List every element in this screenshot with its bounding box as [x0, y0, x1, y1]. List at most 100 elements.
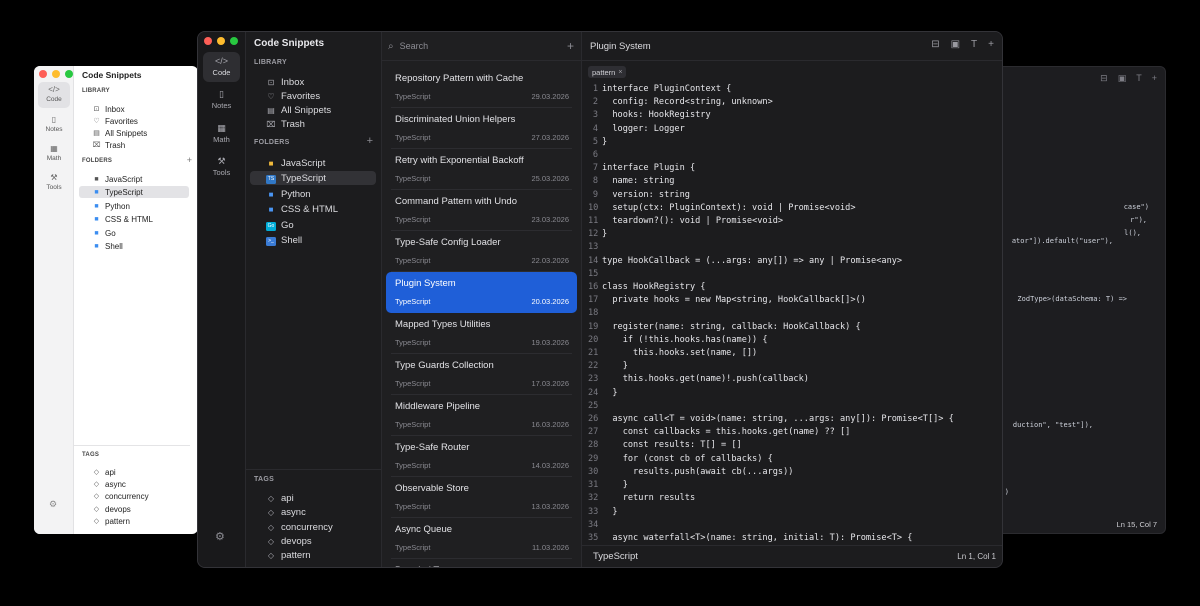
- divider: [246, 469, 382, 470]
- light-rail-notes[interactable]: ▯ Notes: [38, 112, 70, 138]
- image-icon[interactable]: ▣: [1118, 73, 1127, 84]
- list-item[interactable]: Discriminated Union Helpers TypeScript 27.…: [386, 108, 577, 149]
- folder-javascript[interactable]: ■ JavaScript: [92, 173, 142, 185]
- go-icon: ■: [94, 229, 99, 237]
- list-item[interactable]: Type Guards Collection TypeScript 17.03.20…: [386, 354, 577, 395]
- sidebar-item-trash[interactable]: ⌧ Trash: [266, 117, 305, 131]
- image-icon[interactable]: ▣: [951, 39, 960, 50]
- list-item[interactable]: Mapped Types Utilities TypeScript 19.03.20…: [386, 313, 577, 354]
- tag-api[interactable]: ◇ api: [266, 491, 294, 505]
- folder-label: Go: [105, 228, 116, 238]
- list-item[interactable]: Observable Store TypeScript 13.03.2026: [386, 477, 577, 518]
- tag-concurrency[interactable]: ◇ concurrency: [266, 520, 333, 534]
- folder-go[interactable]: Go Go: [266, 218, 294, 232]
- tag-label: api: [105, 467, 116, 477]
- folder-python[interactable]: ■ Python: [92, 200, 130, 212]
- folder-typescript[interactable]: ■ TypeScript: [79, 186, 189, 198]
- tag-label: pattern: [281, 549, 311, 561]
- search-bar[interactable]: ⌕ Search +: [388, 38, 574, 54]
- close-icon[interactable]: ×: [618, 69, 622, 76]
- rail-tools[interactable]: ⚒ Tools: [203, 152, 240, 182]
- snippet-title: Plugin System: [395, 278, 456, 289]
- code-editor[interactable]: 1 interface PluginContext {2 config: Reco…: [588, 83, 954, 545]
- list-item[interactable]: Command Pattern with Undo TypeScript 23.03…: [386, 190, 577, 231]
- tag-icon: ◇: [267, 550, 275, 560]
- sidebar-item-all-snippets[interactable]: ▤ All Snippets: [266, 103, 331, 117]
- list-item[interactable]: Type-Safe Router TypeScript 14.03.2026: [386, 436, 577, 477]
- rail-notes[interactable]: ▯ Notes: [203, 85, 240, 115]
- tag-devops[interactable]: ◇ devops: [266, 534, 312, 548]
- light-rail-tools[interactable]: ⚒ Tools: [38, 170, 70, 196]
- add-folder-button[interactable]: +: [187, 155, 192, 165]
- sidebar: Code Snippets LIBRARY ⊡ Inbox ♡ Favorites …: [246, 32, 382, 567]
- code-line: 11 teardown?(): void | Promise<void>: [588, 215, 954, 228]
- folder-shell[interactable]: >_ Shell: [266, 233, 302, 247]
- tag-pattern[interactable]: ◇ pattern: [92, 515, 130, 527]
- list-item[interactable]: Branded TypesTypeScript: [386, 559, 577, 567]
- minimize-button[interactable]: [52, 70, 60, 78]
- search-input[interactable]: Search: [400, 41, 429, 51]
- close-button[interactable]: [39, 70, 47, 78]
- light-rail-notes-label: Notes: [45, 126, 63, 133]
- tag-pattern[interactable]: ◇ pattern: [266, 548, 311, 562]
- tag-chip[interactable]: pattern ×: [588, 66, 627, 78]
- plus-icon[interactable]: +: [1152, 73, 1157, 84]
- snippet-title: Discriminated Union Helpers: [395, 114, 516, 125]
- folder-css-html[interactable]: ■ CSS & HTML: [92, 213, 153, 225]
- folders-heading: FOLDERS: [254, 139, 290, 146]
- list-item[interactable]: Async Queue TypeScript 11.03.2026: [386, 518, 577, 559]
- sidebar-item-all-snippets[interactable]: ▤ All Snippets: [92, 127, 147, 139]
- gear-icon[interactable]: ⚙: [215, 530, 225, 543]
- tag-label: api: [281, 492, 294, 504]
- shell-icon: ■: [94, 242, 99, 250]
- code-text: config: Record<string, unknown>: [602, 97, 773, 108]
- folder-shell[interactable]: ■ Shell: [92, 240, 122, 252]
- rail-code[interactable]: </> Code: [203, 52, 240, 82]
- tag-api[interactable]: ◇ api: [92, 466, 116, 478]
- tag-concurrency[interactable]: ◇ concurrency: [92, 490, 149, 502]
- add-snippet-button[interactable]: +: [567, 39, 574, 53]
- folder-python[interactable]: ■ Python: [266, 187, 311, 201]
- rail-math-label: Math: [213, 135, 230, 144]
- list-item[interactable]: Retry with Exponential Backoff TypeScript…: [386, 149, 577, 190]
- tag-async[interactable]: ◇ async: [266, 505, 306, 519]
- gear-icon[interactable]: ⚙: [49, 499, 57, 510]
- light-rail-math[interactable]: ▦ Math: [38, 141, 70, 167]
- folder-typescript[interactable]: TS TypeScript: [250, 171, 376, 185]
- folder-go[interactable]: ■ Go: [92, 227, 116, 239]
- sidebar-item-trash[interactable]: ⌧ Trash: [92, 139, 125, 151]
- sidebar-item-favorites[interactable]: ♡ Favorites: [92, 115, 138, 127]
- editor-toolbar: ⊟ ▣ T +: [931, 39, 994, 50]
- light-rail-code[interactable]: </> Code: [38, 82, 70, 108]
- list-item[interactable]: Middleware Pipeline TypeScript 16.03.2026: [386, 395, 577, 436]
- sidebar-item-favorites[interactable]: ♡ Favorites: [266, 89, 320, 103]
- code-fragment: ZodType>(dataSchema: T) =>: [1017, 295, 1127, 303]
- sidebar-item-inbox[interactable]: ⊡ Inbox: [92, 103, 125, 115]
- list-item[interactable]: Plugin System TypeScript 20.03.2026: [386, 272, 577, 313]
- rail-math[interactable]: ▦ Math: [203, 119, 240, 149]
- line-number: 30: [588, 466, 599, 477]
- cursor-position: Ln 1, Col 1: [957, 552, 996, 561]
- zoom-button[interactable]: [230, 37, 238, 45]
- minimize-button[interactable]: [217, 37, 225, 45]
- snippet-title: Repository Pattern with Cache: [395, 73, 524, 84]
- text-icon[interactable]: T: [1136, 73, 1142, 84]
- tag-async[interactable]: ◇ async: [92, 478, 126, 490]
- text-format-icon[interactable]: T: [971, 39, 977, 50]
- preview-icon[interactable]: ⊟: [1100, 73, 1108, 84]
- sidebar-item-inbox[interactable]: ⊡ Inbox: [266, 75, 305, 89]
- preview-icon[interactable]: ⊟: [931, 39, 939, 50]
- list-item[interactable]: Repository Pattern with Cache TypeScript 2…: [386, 67, 577, 108]
- plus-icon[interactable]: +: [988, 39, 994, 50]
- folder-javascript[interactable]: ■ JavaScript: [266, 156, 326, 170]
- list-item[interactable]: Type-Safe Config Loader TypeScript 22.03.2…: [386, 231, 577, 272]
- close-button[interactable]: [204, 37, 212, 45]
- zoom-button[interactable]: [65, 70, 73, 78]
- language-selector[interactable]: TypeScript: [593, 551, 638, 562]
- folder-css-html[interactable]: ■ CSS & HTML: [266, 202, 338, 216]
- code-fragment: duction", "test"]),: [1012, 421, 1093, 429]
- tag-label: concurrency: [105, 491, 149, 501]
- archive-icon: ▤: [93, 130, 100, 137]
- add-folder-button[interactable]: +: [367, 135, 373, 147]
- tag-devops[interactable]: ◇ devops: [92, 503, 131, 515]
